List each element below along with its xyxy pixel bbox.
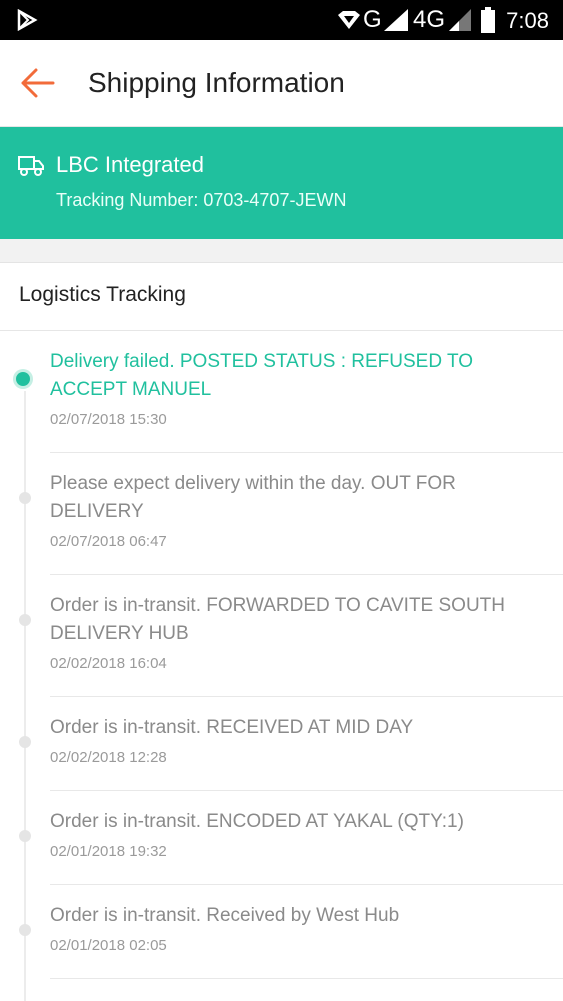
event-time: 02/01/2018 02:05 [50,937,167,954]
back-button[interactable] [20,66,56,100]
event-time: 02/07/2018 15:30 [50,411,167,428]
event-time: 02/02/2018 16:04 [50,655,167,672]
event-text: Order is in-transit. RECEIVED AT MID DAY [50,717,414,738]
event-text: Please expect delivery within the day. O… [50,473,456,522]
carrier-name: LBC Integrated [56,152,204,177]
timeline-dot [19,492,31,504]
signal-icon [449,9,471,31]
divider [50,574,563,575]
logistics-card: Logistics Tracking Delivery failed. POST… [0,262,563,1001]
event-text: Order is in-transit. ENCODED AT YAKAL (Q… [50,811,464,832]
tracking-number: Tracking Number: 0703-4707-JEWN [56,190,347,210]
timeline-dot [19,924,31,936]
network-4g-label: 4G [413,6,446,33]
arrow-left-icon [21,68,55,98]
timeline-dot-active [16,372,30,386]
wifi-diamond-icon [338,11,360,29]
timeline-dot [19,830,31,842]
logistics-title: Logistics Tracking [19,283,186,306]
event-time: 02/07/2018 06:47 [50,533,167,550]
divider [50,452,563,453]
play-store-icon [17,9,38,31]
divider [50,884,563,885]
event-time: 02/02/2018 12:28 [50,749,167,766]
event-text: Order is in-transit. FORWARDED TO CAVITE… [50,595,506,644]
signal-icon [384,9,408,31]
app-bar: Shipping Information [0,40,563,127]
event-time: 02/01/2018 19:32 [50,843,167,860]
truck-icon [18,156,44,176]
timeline-dot [19,736,31,748]
event-text: Delivery failed. POSTED STATUS : REFUSED… [50,351,474,400]
status-time: 7:08 [506,8,549,33]
divider [50,696,563,697]
event-text: Order is in-transit. Received by West Hu… [50,905,400,926]
status-bar: G 4G 7:08 [0,0,563,40]
battery-icon [481,7,495,33]
page-title: Shipping Information [88,67,345,98]
divider [50,790,563,791]
timeline-dot [19,614,31,626]
carrier-banner: LBC Integrated Tracking Number: 0703-470… [0,127,563,239]
divider [50,978,563,979]
network-g-label: G [363,6,382,33]
divider [0,330,563,331]
timeline-line [24,391,26,1001]
